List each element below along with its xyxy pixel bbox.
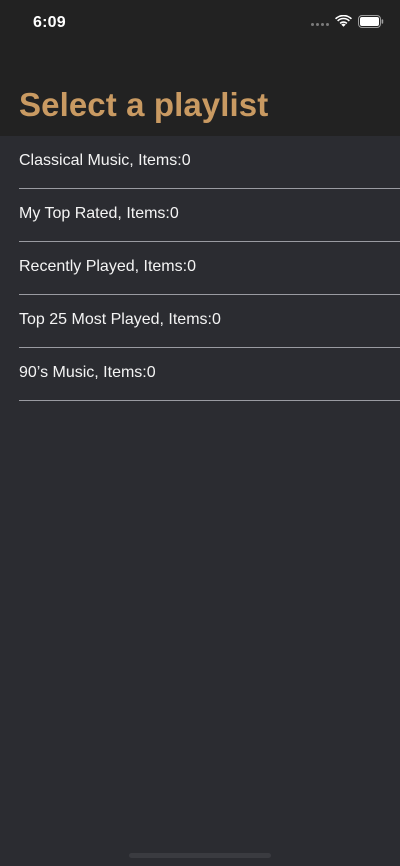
playlist-item-label: Recently Played, Items:0 — [19, 258, 196, 275]
status-bar: 6:09 — [0, 0, 400, 46]
status-indicators — [311, 14, 384, 33]
navigation-header-background: 6:09 Select a playlist — [0, 0, 400, 136]
page-title: Select a playlist — [19, 86, 269, 123]
playlist-item-classical-music[interactable]: Classical Music, Items:0 — [19, 136, 400, 189]
playlist-item-recently-played[interactable]: Recently Played, Items:0 — [19, 242, 400, 295]
playlist-item-90s-music[interactable]: 90’s Music, Items:0 — [19, 348, 400, 401]
playlist-item-label: My Top Rated, Items:0 — [19, 205, 179, 222]
playlist-item-label: Top 25 Most Played, Items:0 — [19, 311, 221, 328]
playlist-list: Classical Music, Items:0 My Top Rated, I… — [0, 136, 400, 401]
battery-icon — [358, 15, 384, 33]
playlist-item-top-25-most-played[interactable]: Top 25 Most Played, Items:0 — [19, 295, 400, 348]
playlist-item-label: Classical Music, Items:0 — [19, 152, 191, 169]
status-time: 6:09 — [33, 14, 66, 31]
wifi-icon — [335, 14, 352, 33]
playlist-item-my-top-rated[interactable]: My Top Rated, Items:0 — [19, 189, 400, 242]
cellular-signal-icon — [311, 22, 329, 26]
home-indicator[interactable] — [129, 853, 271, 858]
playlist-item-label: 90’s Music, Items:0 — [19, 364, 156, 381]
